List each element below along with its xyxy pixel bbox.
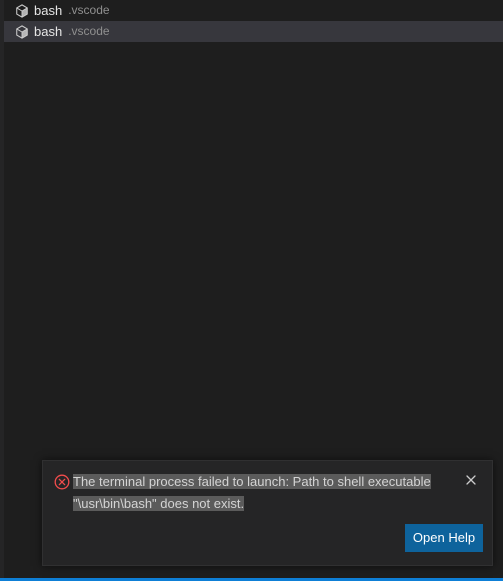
- open-help-button[interactable]: Open Help: [405, 524, 483, 552]
- terminal-cube-icon: [14, 24, 30, 40]
- close-icon[interactable]: [464, 473, 478, 487]
- terminal-cube-icon: [14, 3, 30, 19]
- terminal-tab-name: bash: [34, 3, 63, 18]
- error-notification: The terminal process failed to launch: P…: [42, 460, 493, 566]
- notification-message-line-2: "\usr\bin\bash" does not exist.: [73, 496, 245, 511]
- terminal-tab-list: bash .vscode bash .vscode: [4, 0, 503, 42]
- panel-left-edge: [0, 0, 4, 581]
- terminal-panel: bash .vscode bash .vscode The terminal p…: [0, 0, 503, 581]
- terminal-tab-item-selected[interactable]: bash .vscode: [4, 21, 503, 42]
- error-circle-icon: [54, 474, 70, 490]
- notification-message-line-1: The terminal process failed to launch: P…: [73, 474, 431, 489]
- notification-message: The terminal process failed to launch: P…: [73, 471, 433, 515]
- terminal-tab-item[interactable]: bash .vscode: [4, 0, 503, 21]
- terminal-tab-description: .vscode: [68, 3, 110, 17]
- terminal-tab-description: .vscode: [68, 24, 110, 38]
- terminal-tab-name: bash: [34, 24, 63, 39]
